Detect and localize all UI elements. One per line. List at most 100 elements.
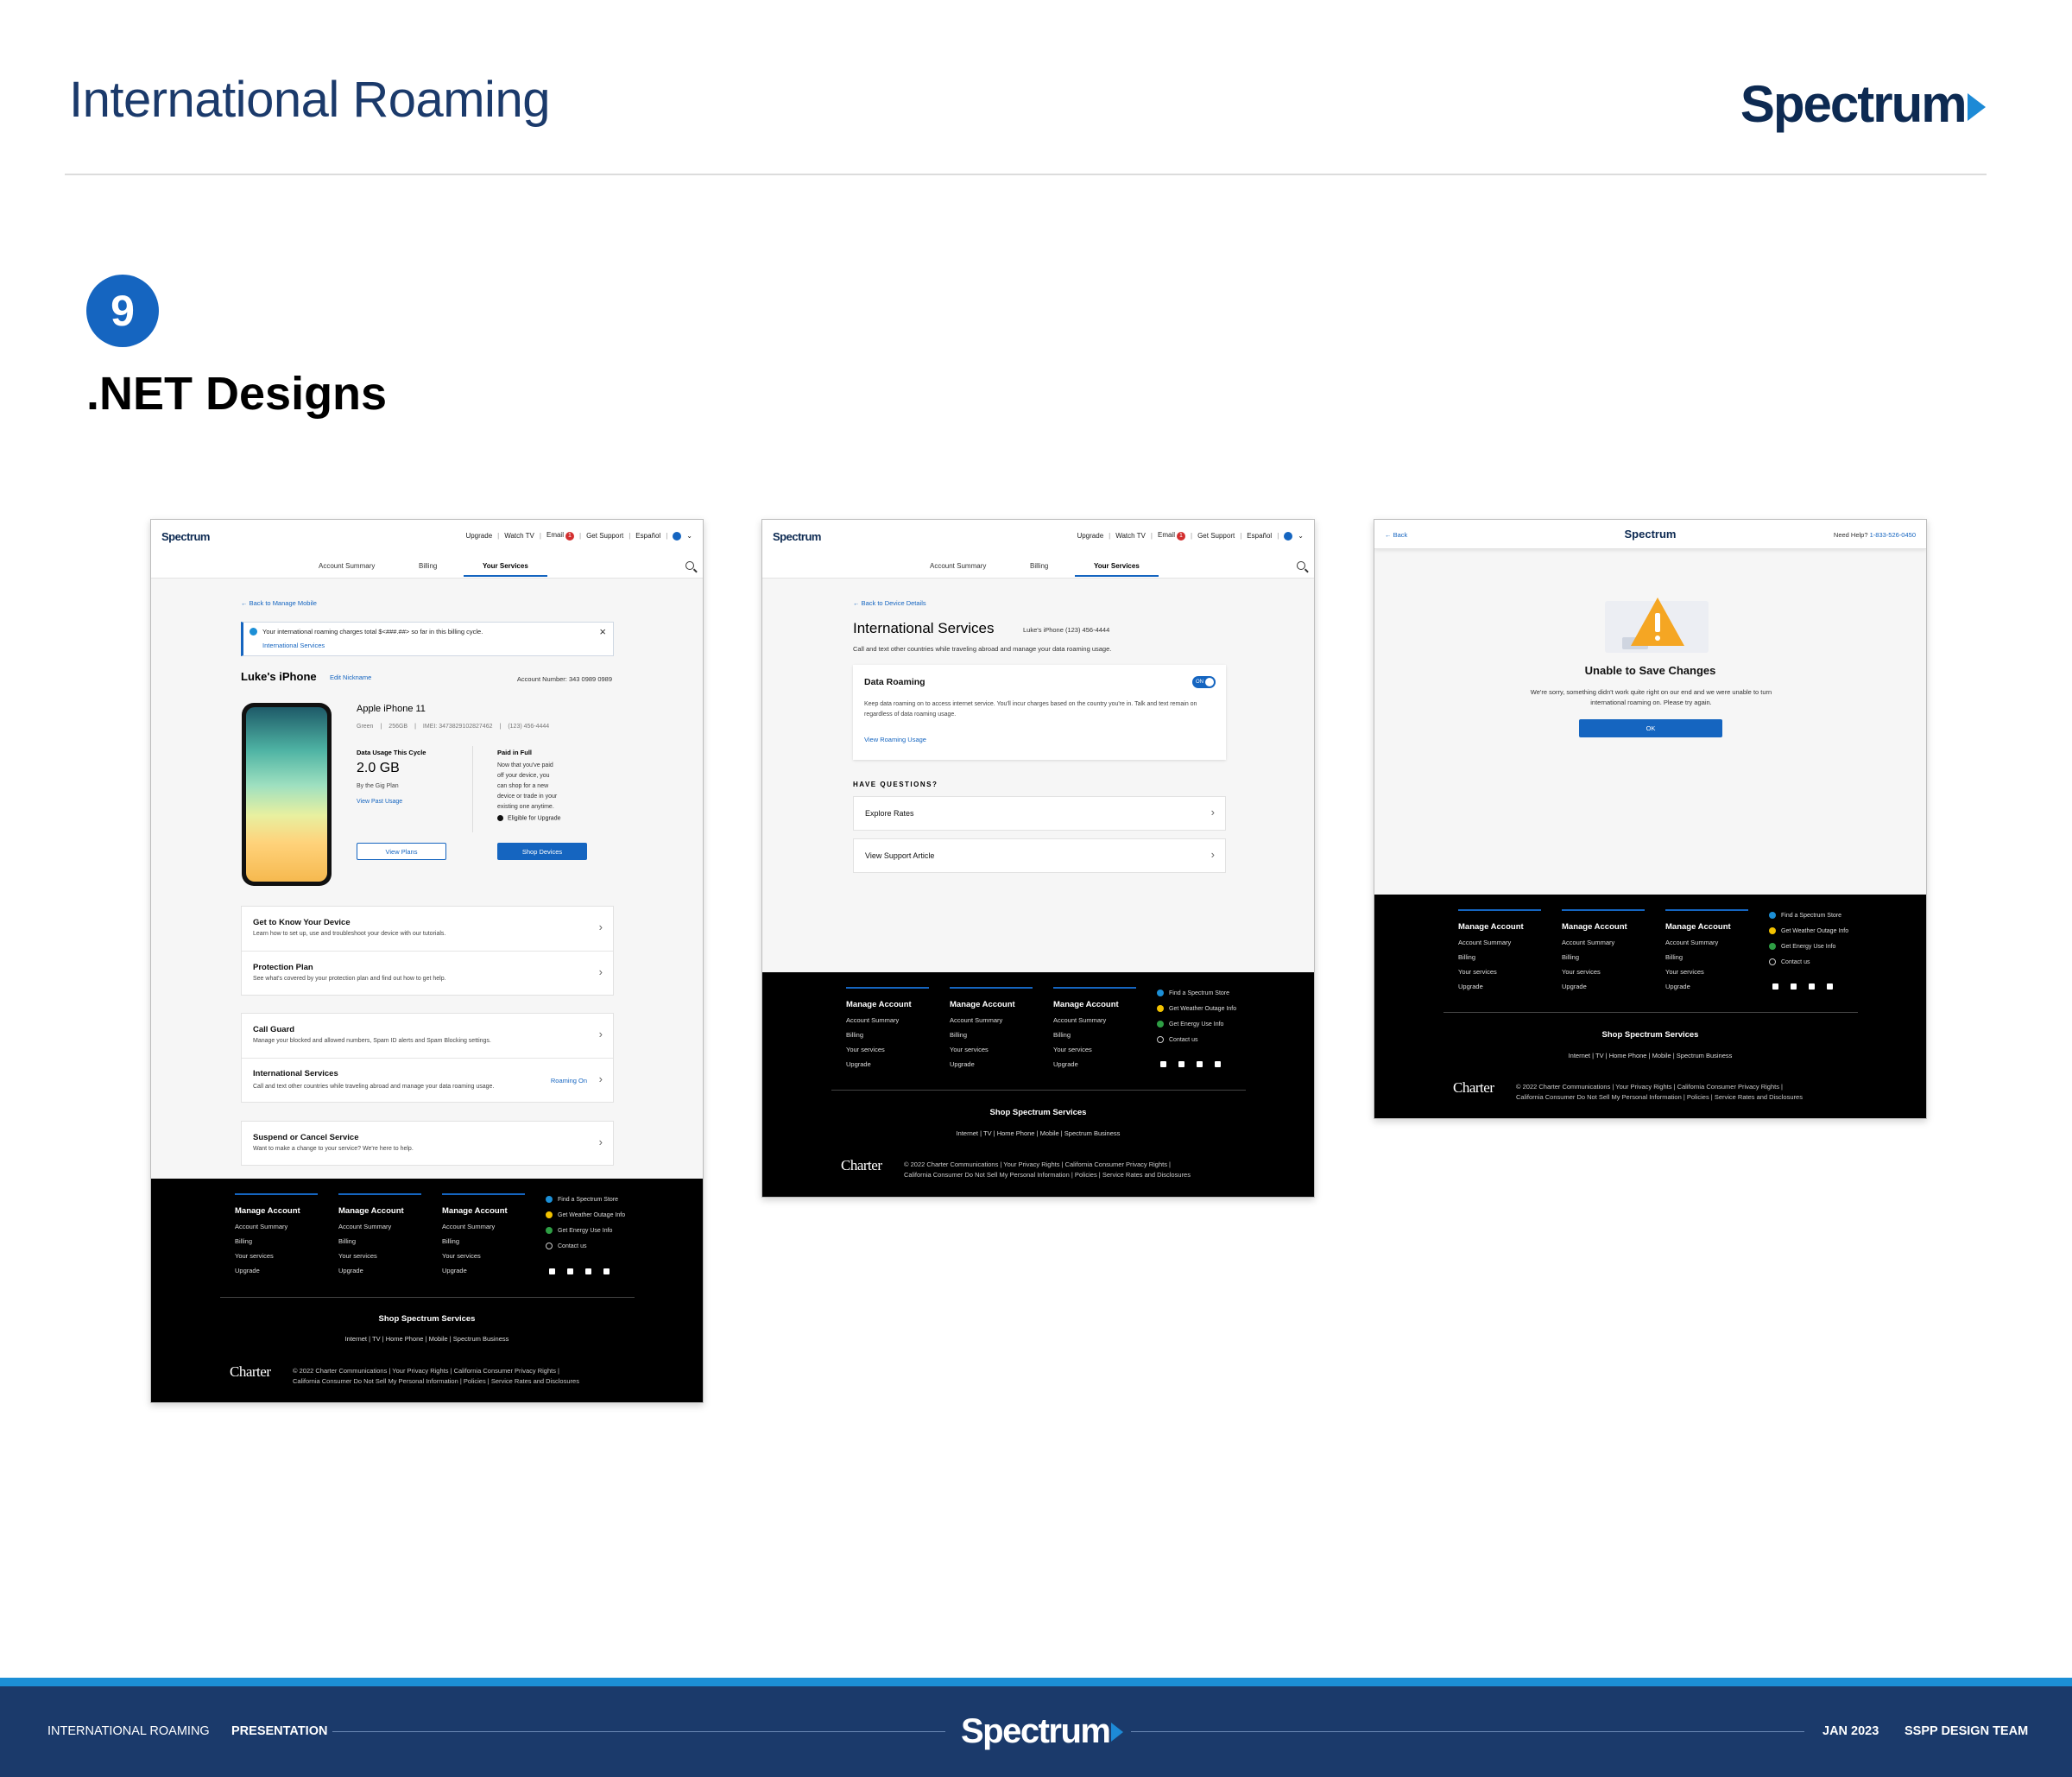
ok-button[interactable]: OK <box>1579 719 1722 737</box>
search-icon[interactable] <box>685 561 694 570</box>
main-tabs: Account Summary Billing Your Services <box>762 559 1314 579</box>
email-link[interactable]: Email 1 <box>1158 531 1185 541</box>
utility-nav: Upgrade | Watch TV | Email 1 | Get Support | … <box>465 531 692 541</box>
intro-text: Call and text other countries while trav… <box>853 645 1112 653</box>
tab-your-services[interactable]: Your Services <box>1075 562 1159 577</box>
tab-billing[interactable]: Billing <box>419 562 437 570</box>
legal-text: © 2022 Charter Communications | Your Pri… <box>1516 1083 1803 1101</box>
footer-column: Manage Account Account Summary Billing Your… <box>442 1193 525 1278</box>
chevron-right-icon: › <box>598 965 603 978</box>
step-badge: 9 <box>86 275 159 347</box>
youtube-icon[interactable] <box>603 1268 610 1274</box>
twitter-icon[interactable] <box>549 1268 555 1274</box>
leaf-icon <box>546 1227 553 1235</box>
chevron-down-icon[interactable]: ⌄ <box>1298 532 1304 540</box>
shop-links[interactable]: Internet | TV | Home Phone | Mobile | Sp… <box>1374 1052 1926 1059</box>
tab-account-summary[interactable]: Account Summary <box>319 562 375 570</box>
services-list: Call Guard Manage your blocked and allow… <box>241 1013 614 1103</box>
chevron-right-icon: › <box>598 920 603 933</box>
charter-logo: Charter <box>1453 1079 1494 1096</box>
check-icon <box>497 815 503 821</box>
alert-link[interactable]: International Services <box>262 642 325 649</box>
footer-column: Manage Account Account Summary Billing Your… <box>235 1193 318 1278</box>
header-logo[interactable]: Spectrum <box>773 530 821 543</box>
shop-devices-button[interactable]: Shop Devices <box>497 843 587 860</box>
facebook-icon[interactable] <box>1791 983 1797 990</box>
shop-links[interactable]: Internet | TV | Home Phone | Mobile | Sp… <box>762 1129 1314 1137</box>
back-link[interactable]: ← Back to Device Details <box>853 599 926 607</box>
help-phone-link[interactable]: 1-833-526-0450 <box>1870 531 1916 539</box>
device-model: Apple iPhone 11 <box>357 704 426 714</box>
list-item[interactable]: Suspend or Cancel Service Want to make a… <box>241 1121 614 1166</box>
tab-billing[interactable]: Billing <box>1030 562 1048 570</box>
view-plans-button[interactable]: View Plans <box>357 843 446 860</box>
header-logo[interactable]: Spectrum <box>161 530 210 543</box>
help-line: Need Help? 1-833-526-0450 <box>1833 531 1916 539</box>
lightning-icon <box>1769 927 1776 935</box>
youtube-icon[interactable] <box>1827 983 1833 990</box>
facebook-icon[interactable] <box>567 1268 573 1274</box>
slide-title: International Roaming <box>69 72 550 128</box>
instagram-icon[interactable] <box>1809 983 1815 990</box>
location-icon <box>1157 990 1164 997</box>
data-roaming-card: Data Roaming ON Keep data roaming on to … <box>853 665 1226 760</box>
divider <box>1443 1012 1858 1013</box>
instagram-icon[interactable] <box>1197 1061 1203 1067</box>
plan-name: By the Gig Plan <box>357 783 399 789</box>
edit-nickname-link[interactable]: Edit Nickname <box>330 673 371 681</box>
back-link[interactable]: ← Back to Manage Mobile <box>241 599 317 607</box>
list-item[interactable]: Get to Know Your Device Learn how to set… <box>242 907 613 952</box>
charter-logo: Charter <box>230 1363 271 1380</box>
data-roaming-toggle[interactable]: ON <box>1192 676 1216 688</box>
watch-tv-link[interactable]: Watch TV <box>1115 532 1146 540</box>
chevron-right-icon: › <box>598 1028 603 1040</box>
info-icon <box>250 628 257 636</box>
twitter-icon[interactable] <box>1160 1061 1166 1067</box>
modal-header: ← Back Spectrum Need Help? 1-833-526-045… <box>1374 520 1926 549</box>
email-link[interactable]: Email 1 <box>546 531 574 541</box>
close-icon[interactable]: × <box>599 625 606 638</box>
support-link[interactable]: Get Support <box>1197 532 1235 540</box>
list-item[interactable]: Call Guard Manage your blocked and allow… <box>242 1014 613 1059</box>
shop-links[interactable]: Internet | TV | Home Phone | Mobile | Sp… <box>151 1335 703 1343</box>
device-name: Luke's iPhone (123) 456-4444 <box>1023 626 1110 634</box>
site-header: Spectrum Upgrade | Watch TV | Email 1 | Get … <box>762 520 1314 579</box>
spectrum-logo: Spectrum <box>1740 74 1986 134</box>
view-roaming-usage-link[interactable]: View Roaming Usage <box>864 736 926 743</box>
list-item[interactable]: Protection Plan See what's covered by yo… <box>242 952 613 996</box>
doc-type: PRESENTATION <box>231 1724 328 1738</box>
account-icon[interactable] <box>1284 531 1293 541</box>
footer-quick-links: Find a Spectrum Store Get Weather Outage… <box>1769 908 1848 971</box>
chevron-down-icon[interactable]: ⌄ <box>686 532 692 540</box>
facebook-icon[interactable] <box>1178 1061 1184 1067</box>
usage-label: Data Usage This Cycle <box>357 749 426 756</box>
instagram-icon[interactable] <box>585 1268 591 1274</box>
tab-your-services[interactable]: Your Services <box>464 562 547 577</box>
support-article-row[interactable]: View Support Article › <box>853 838 1226 873</box>
location-icon <box>1769 912 1776 920</box>
view-past-usage-link[interactable]: View Past Usage <box>357 799 402 805</box>
espanol-link[interactable]: Español <box>635 532 660 540</box>
upgrade-link[interactable]: Upgrade <box>465 532 492 540</box>
eligible-badge: Eligible for Upgrade <box>497 815 560 821</box>
footer-column: Manage Account Account Summary Billing Your… <box>1053 987 1136 1072</box>
explore-rates-row[interactable]: Explore Rates › <box>853 796 1226 831</box>
twitter-icon[interactable] <box>1772 983 1778 990</box>
lightning-icon <box>546 1211 553 1219</box>
utility-nav: Upgrade | Watch TV | Email 1 | Get Support | … <box>1077 531 1304 541</box>
watch-tv-link[interactable]: Watch TV <box>504 532 534 540</box>
error-text: We're sorry, something didn't work quite… <box>1530 688 1772 706</box>
account-icon[interactable] <box>673 531 682 541</box>
date-label: JAN 2023 <box>1822 1724 1879 1738</box>
divider <box>220 1297 635 1298</box>
tab-account-summary[interactable]: Account Summary <box>930 562 986 570</box>
international-services-row[interactable]: International Services Call and text oth… <box>242 1059 613 1104</box>
youtube-icon[interactable] <box>1215 1061 1221 1067</box>
accent-stripe <box>0 1678 2072 1686</box>
upgrade-link[interactable]: Upgrade <box>1077 532 1103 540</box>
espanol-link[interactable]: Español <box>1247 532 1272 540</box>
support-link[interactable]: Get Support <box>586 532 623 540</box>
email-count-badge: 1 <box>1177 532 1185 541</box>
footer-column: Manage Account Account Summary Billing Your… <box>1665 909 1748 994</box>
search-icon[interactable] <box>1297 561 1305 570</box>
